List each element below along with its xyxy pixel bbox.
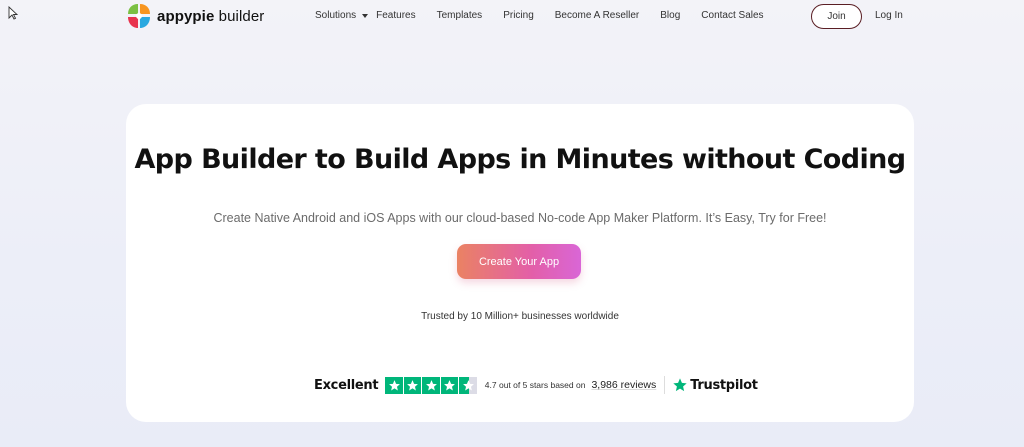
star-icon	[403, 376, 422, 394]
trustpilot-logo[interactable]: Trustpilot	[672, 377, 758, 393]
star-icon	[385, 376, 403, 394]
trustpilot-stars	[385, 376, 478, 394]
rating-word: Excellent	[314, 377, 379, 393]
site-header: appypie builder Solutions Features Templ…	[0, 0, 1024, 34]
login-link[interactable]: Log In	[875, 10, 903, 21]
appypie-logo[interactable]: appypie builder	[125, 2, 264, 30]
logo-text: appypie builder	[157, 7, 265, 25]
reviews-count-link[interactable]: 3,986 reviews	[591, 379, 656, 391]
trustpilot-star-icon	[673, 378, 687, 392]
divider	[664, 376, 666, 394]
hero-card: App Builder to Build Apps in Minutes wit…	[126, 104, 914, 422]
main-nav: Solutions Features Templates Pricing Bec…	[315, 10, 785, 21]
hero-title: App Builder to Build Apps in Minutes wit…	[134, 144, 907, 175]
nav-item-pricing[interactable]: Pricing	[503, 10, 534, 21]
trustpilot-widget[interactable]: Excellent 4.7 out of 5 stars based on 3,…	[314, 375, 758, 395]
join-button[interactable]: Join	[811, 4, 862, 29]
nav-item-blog[interactable]: Blog	[660, 10, 680, 21]
nav-item-solutions[interactable]: Solutions	[315, 10, 369, 21]
half-star-icon	[459, 376, 477, 394]
nav-item-contact-sales[interactable]: Contact Sales	[701, 10, 763, 21]
nav-item-become-a-reseller[interactable]: Become A Reseller	[555, 10, 640, 21]
trustpilot-logo-text: Trustpilot	[690, 377, 758, 393]
trusted-by-text: Trusted by 10 Million+ businesses worldw…	[421, 311, 619, 322]
hero-subtitle: Create Native Android and iOS Apps with …	[213, 211, 827, 225]
nav-item-features[interactable]: Features	[376, 10, 415, 21]
nav-item-templates[interactable]: Templates	[437, 10, 483, 21]
star-icon	[422, 376, 440, 394]
rating-text: 4.7 out of 5 stars based on	[484, 380, 586, 390]
create-your-app-button[interactable]: Create Your App	[457, 244, 581, 279]
appypie-logo-icon	[128, 4, 150, 28]
star-icon	[440, 376, 459, 394]
chevron-down-icon	[362, 13, 369, 18]
